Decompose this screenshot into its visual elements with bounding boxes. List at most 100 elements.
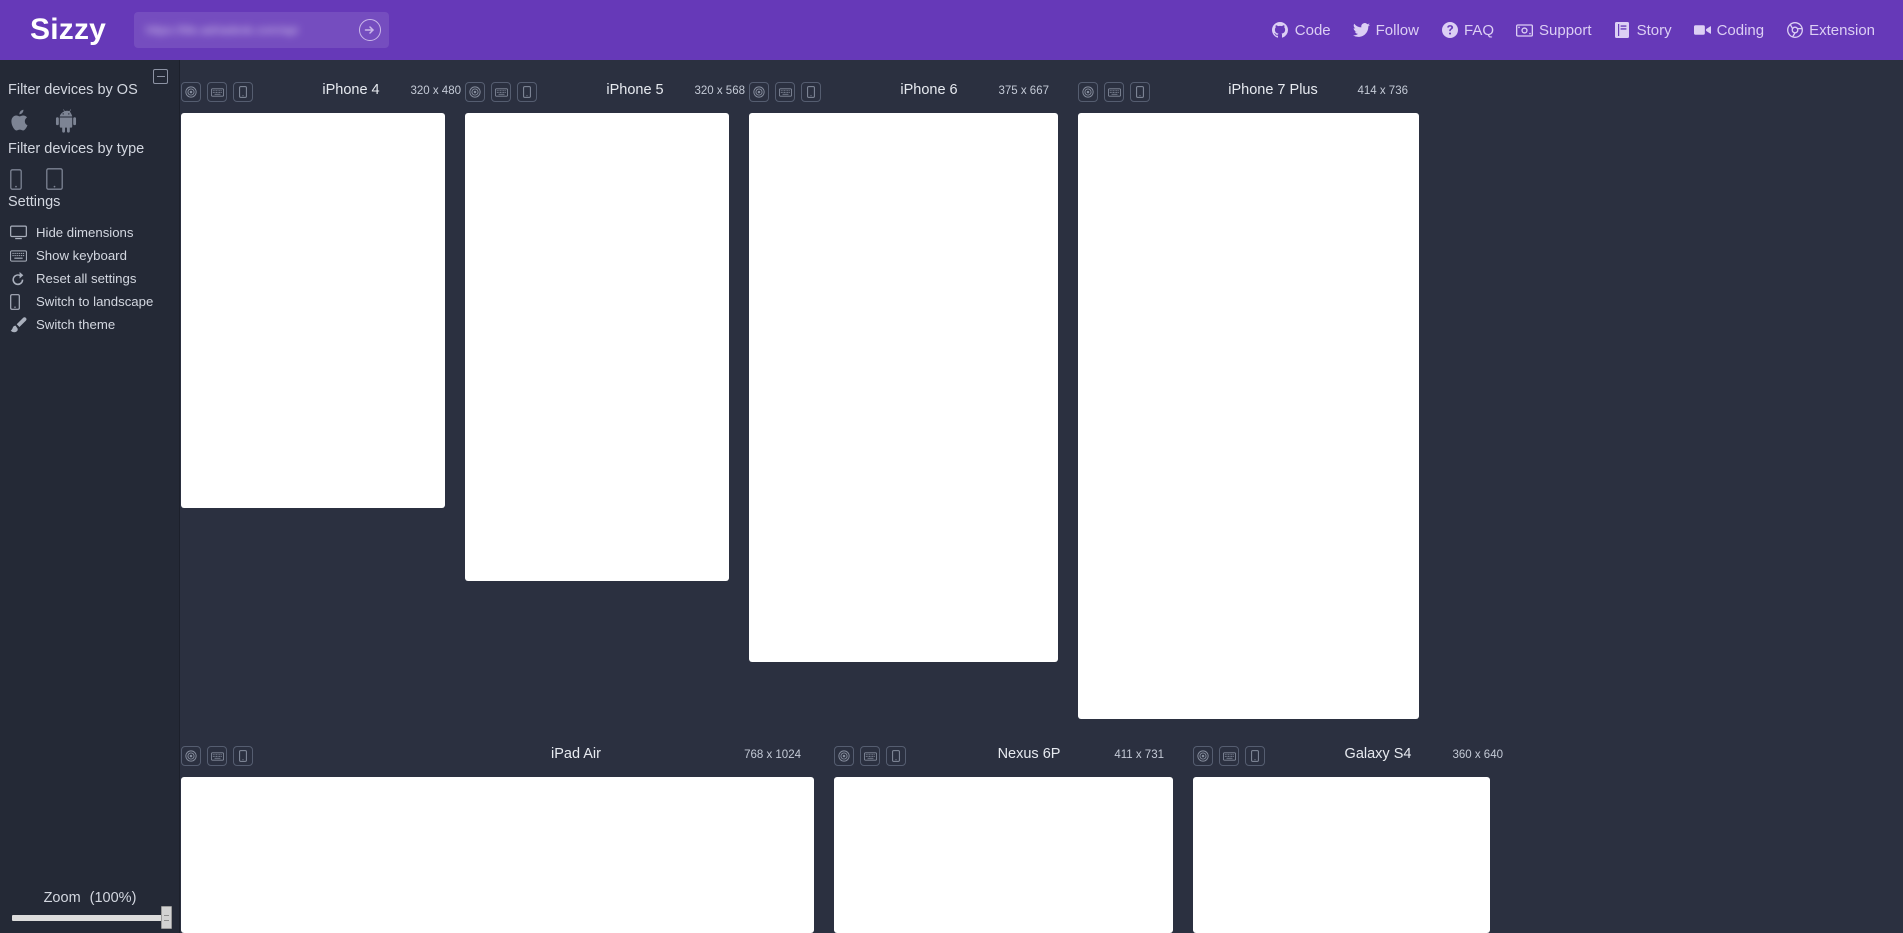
refresh-icon xyxy=(10,271,36,287)
nav-item-extension[interactable]: Extension xyxy=(1786,22,1875,39)
setting-label: Switch theme xyxy=(36,317,116,332)
device-screenshot-button[interactable] xyxy=(181,82,201,102)
device-screenshot-button[interactable] xyxy=(181,746,201,766)
device-screenshot-button[interactable] xyxy=(834,746,854,766)
device-keyboard-button[interactable] xyxy=(491,82,511,102)
keyboard-icon xyxy=(778,87,792,97)
target-icon xyxy=(185,86,197,98)
device-dimensions: 414 x 736 xyxy=(1357,85,1408,97)
target-icon xyxy=(1197,750,1209,762)
url-input[interactable]: https://tile.adriadesk.com/api xyxy=(146,23,355,37)
device-screenshot-button[interactable] xyxy=(1078,82,1098,102)
keyboard-icon xyxy=(494,87,508,97)
device-viewport[interactable] xyxy=(1193,777,1490,933)
keyboard-icon xyxy=(1107,87,1121,97)
twitter-icon xyxy=(1352,22,1370,39)
mobile-icon xyxy=(239,750,247,762)
device-screenshot-button[interactable] xyxy=(465,82,485,102)
os-filter-group xyxy=(8,108,77,133)
device-dimensions: 375 x 667 xyxy=(998,85,1049,97)
zoom-slider-thumb[interactable] xyxy=(161,906,172,929)
nav-item-coding[interactable]: Coding xyxy=(1693,21,1765,39)
filter-type-title: Filter devices by type xyxy=(8,141,145,157)
nav-label: Coding xyxy=(1716,21,1765,39)
tablet-icon[interactable] xyxy=(46,168,63,190)
question-circle-icon xyxy=(1441,22,1458,39)
device-stage: iPhone 4 320 x 480 iPhone 5 320 x 568 iPhone… xyxy=(181,60,1903,933)
device-viewport[interactable] xyxy=(181,777,814,933)
setting-hide-dimensions[interactable]: Hide dimensions xyxy=(10,221,180,244)
paintbrush-icon xyxy=(10,316,36,333)
device-rotate-button[interactable] xyxy=(233,746,253,766)
setting-show-keyboard[interactable]: Show keyboard xyxy=(10,244,180,267)
device-keyboard-button[interactable] xyxy=(207,82,227,102)
monitor-icon xyxy=(10,225,36,240)
nav-label: Code xyxy=(1294,21,1331,39)
device-screenshot-button[interactable] xyxy=(1193,746,1213,766)
device-viewport[interactable] xyxy=(1078,113,1419,719)
device-dimensions: 320 x 480 xyxy=(410,85,461,97)
zoom-slider[interactable] xyxy=(12,906,172,929)
zoom-value: (100%) xyxy=(89,890,137,906)
device-dimensions: 320 x 568 xyxy=(694,85,745,97)
target-icon xyxy=(1082,86,1094,98)
video-camera-icon xyxy=(1693,22,1711,39)
device-keyboard-button[interactable] xyxy=(207,746,227,766)
phone-icon[interactable] xyxy=(10,168,22,190)
url-bar[interactable]: https://tile.adriadesk.com/api xyxy=(134,12,390,48)
collapse-panel-icon[interactable] xyxy=(153,69,168,84)
setting-reset-all[interactable]: Reset all settings xyxy=(10,267,180,290)
top-bar: Sizzy https://tile.adriadesk.com/api Cod… xyxy=(0,0,1903,60)
sidebar: Filter devices by OS Filter devices by t… xyxy=(0,60,180,933)
device-dimensions: 411 x 731 xyxy=(1114,749,1164,761)
setting-switch-landscape[interactable]: Switch to landscape xyxy=(10,290,180,313)
nav-item-story[interactable]: Story xyxy=(1614,22,1672,39)
device-viewport[interactable] xyxy=(465,113,729,581)
device-viewport[interactable] xyxy=(181,113,445,508)
nav-label: Follow xyxy=(1375,21,1419,39)
nav-item-code[interactable]: Code xyxy=(1272,22,1331,39)
mobile-icon xyxy=(10,293,36,310)
app-brand: Sizzy xyxy=(30,13,107,46)
setting-switch-theme[interactable]: Switch theme xyxy=(10,313,180,336)
device-dimensions: 768 x 1024 xyxy=(744,749,801,761)
type-filter-group xyxy=(10,168,63,190)
settings-list: Hide dimensions Show keyboard Reset all … xyxy=(10,221,180,336)
device-keyboard-button[interactable] xyxy=(1104,82,1124,102)
setting-label: Reset all settings xyxy=(36,271,137,286)
device-dimensions: 360 x 640 xyxy=(1452,749,1503,761)
book-icon xyxy=(1614,22,1631,39)
android-icon[interactable] xyxy=(55,108,77,133)
nav-item-support[interactable]: Support xyxy=(1516,22,1592,39)
nav-label: Support xyxy=(1539,21,1592,39)
keyboard-icon xyxy=(210,751,224,761)
chrome-icon xyxy=(1786,22,1803,39)
apple-icon[interactable] xyxy=(8,108,29,133)
top-nav: Code Follow FAQ Support Story Coding Ext… xyxy=(1272,22,1875,39)
nav-item-follow[interactable]: Follow xyxy=(1352,21,1419,39)
money-icon xyxy=(1516,22,1534,39)
setting-label: Switch to landscape xyxy=(36,294,154,309)
device-screenshot-button[interactable] xyxy=(749,82,769,102)
target-icon xyxy=(185,750,197,762)
keyboard-icon xyxy=(10,249,36,262)
device-keyboard-button[interactable] xyxy=(775,82,795,102)
device-viewport[interactable] xyxy=(834,777,1173,933)
zoom-control: Zoom (100%) xyxy=(0,890,180,929)
setting-label: Show keyboard xyxy=(36,248,127,263)
device-keyboard-button[interactable] xyxy=(1219,746,1239,766)
go-arrow-icon[interactable] xyxy=(359,19,382,41)
target-icon xyxy=(838,750,850,762)
nav-item-faq[interactable]: FAQ xyxy=(1441,22,1494,39)
device-controls xyxy=(181,746,253,766)
device-header xyxy=(181,742,253,770)
nav-label: FAQ xyxy=(1464,21,1495,39)
device-keyboard-button[interactable] xyxy=(860,746,880,766)
target-icon xyxy=(469,86,481,98)
device-viewport[interactable] xyxy=(749,113,1058,662)
nav-label: Story xyxy=(1636,21,1672,39)
zoom-label: Zoom (100%) xyxy=(0,890,180,906)
github-icon xyxy=(1272,22,1289,39)
keyboard-icon xyxy=(863,751,877,761)
settings-title: Settings xyxy=(8,194,61,210)
